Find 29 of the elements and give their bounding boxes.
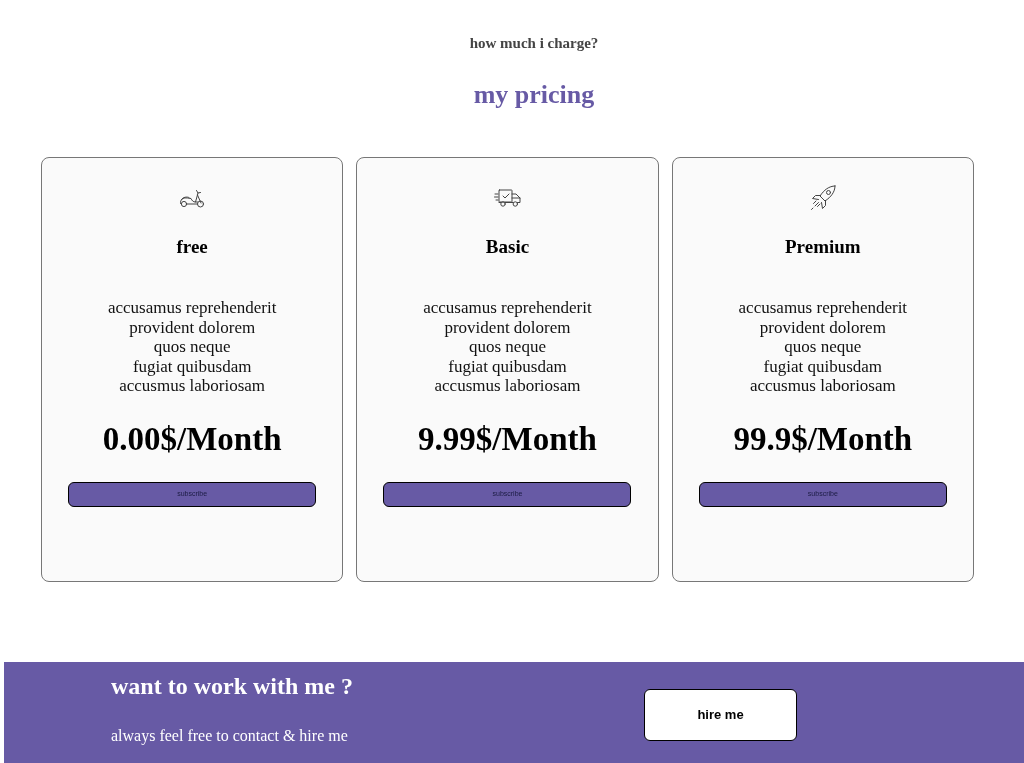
section-title: my pricing	[473, 80, 595, 110]
plan-feature: accusmus laboriosam	[119, 376, 266, 396]
plan-feature: accusmus laboriosam	[434, 376, 581, 396]
truck-check-icon	[494, 189, 521, 207]
section-eyebrow: how much i charge?	[469, 34, 599, 52]
plan-name: Basic	[485, 236, 530, 258]
plan-name: Premium	[785, 236, 861, 258]
plan-feature: accusamus reprehenderit	[423, 298, 592, 318]
plan-price: 0.00$/Month	[102, 419, 282, 458]
scooter-icon	[179, 188, 206, 208]
plan-name: free	[176, 236, 208, 258]
plan-feature: fugiat quibusdam	[448, 356, 567, 376]
plan-feature: accusamus reprehenderit	[107, 298, 277, 318]
plan-feature: accusamus reprehenderit	[738, 298, 908, 318]
plan-price: 9.99$/Month	[418, 419, 597, 458]
rocket-icon	[809, 185, 836, 211]
plan-price: 99.9$/Month	[733, 419, 913, 458]
plan-feature: accusmus laboriosam	[749, 376, 896, 396]
cta-title: want to work with me ?	[111, 672, 353, 700]
plan-feature: fugiat quibusdam	[763, 356, 883, 376]
plan-feature: quos neque	[784, 337, 862, 357]
plan-feature: provident dolorem	[444, 317, 571, 337]
plan-feature: quos neque	[153, 337, 231, 357]
plan-feature: quos neque	[469, 337, 546, 357]
cta-subtitle: always feel free to contact & hire me	[111, 726, 348, 746]
plan-feature: fugiat quibusdam	[132, 356, 252, 376]
plan-feature: provident dolorem	[759, 317, 886, 337]
plan-feature: provident dolorem	[129, 317, 256, 337]
hire-me-button[interactable]: hire me	[644, 689, 797, 741]
